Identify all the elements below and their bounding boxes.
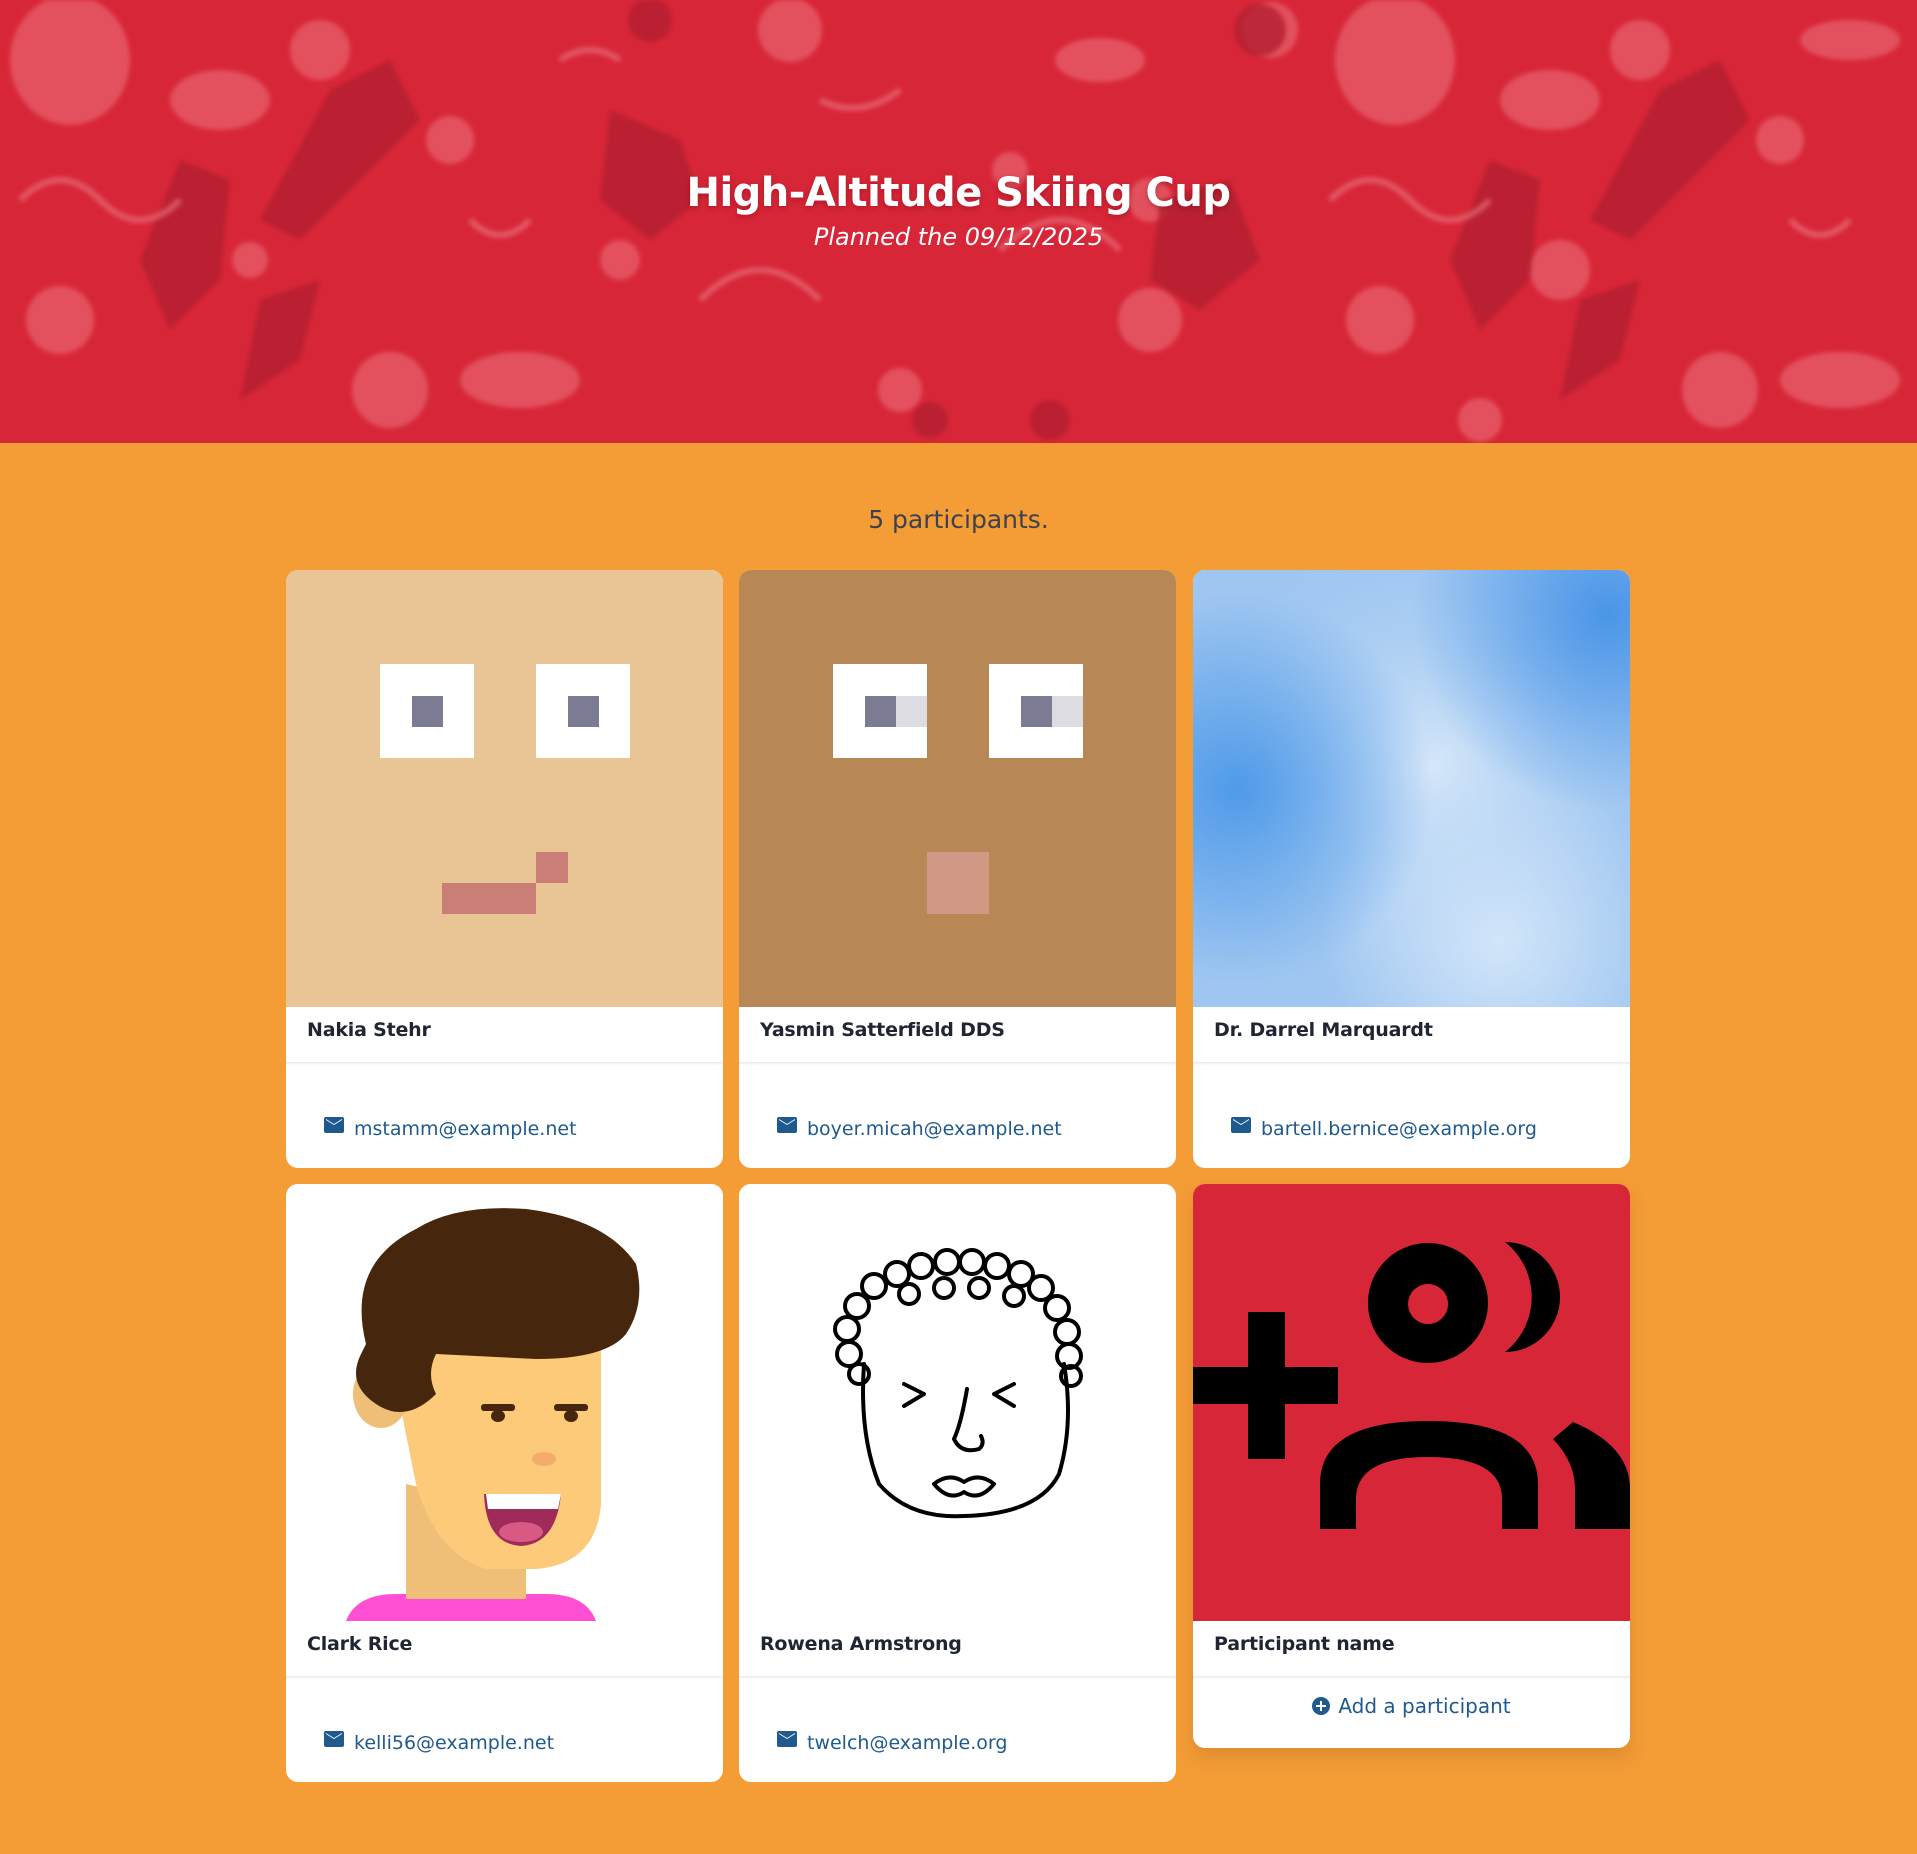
add-participant-card: Participant name Add a participant (1193, 1184, 1630, 1748)
card-divider (739, 1062, 1176, 1065)
participant-email-row: twelch@example.org (777, 1728, 1007, 1758)
envelope-icon (1231, 1117, 1251, 1133)
participant-email-link[interactable]: bartell.bernice@example.org (1261, 1118, 1537, 1140)
participant-email-link[interactable]: mstamm@example.net (354, 1118, 577, 1140)
card-divider (1193, 1676, 1630, 1679)
event-date: Planned the 09/12/2025 (813, 223, 1104, 251)
participant-email-link[interactable]: kelli56@example.net (354, 1732, 554, 1754)
participant-name: Rowena Armstrong (760, 1633, 962, 1655)
participant-name: Nakia Stehr (307, 1019, 431, 1041)
envelope-icon (777, 1117, 797, 1133)
participant-avatar (286, 570, 723, 1007)
participant-name: Dr. Darrel Marquardt (1214, 1019, 1433, 1041)
envelope-icon (324, 1117, 344, 1133)
participant-name-label: Participant name (1214, 1633, 1395, 1655)
event-title: High-Altitude Skiing Cup (686, 170, 1231, 216)
participant-email-row: bartell.bernice@example.org (1231, 1114, 1537, 1144)
participant-card: Yasmin Satterfield DDS boyer.micah@examp… (739, 570, 1176, 1168)
participant-name: Yasmin Satterfield DDS (760, 1019, 1005, 1041)
sports-pattern-background (0, 0, 1917, 443)
add-participant-label: Add a participant (1338, 1694, 1511, 1718)
card-divider (286, 1676, 723, 1679)
event-hero: High-Altitude Skiing Cup Planned the 09/… (0, 0, 1917, 443)
participant-card: Rowena Armstrong twelch@example.org (739, 1184, 1176, 1782)
participant-card: Nakia Stehr mstamm@example.net (286, 570, 723, 1168)
envelope-icon (324, 1731, 344, 1747)
card-divider (739, 1676, 1176, 1679)
plus-circle-icon (1312, 1697, 1331, 1715)
add-participant-button[interactable]: Add a participant (1193, 1688, 1630, 1724)
participant-name: Clark Rice (307, 1633, 413, 1655)
participant-avatar (739, 1184, 1176, 1621)
participant-email-row: kelli56@example.net (324, 1728, 554, 1758)
participant-card: Clark Rice kelli56@example.net (286, 1184, 723, 1782)
participant-avatar (1193, 570, 1630, 1007)
envelope-icon (777, 1731, 797, 1747)
participant-avatar (286, 1184, 723, 1621)
add-user-icon (1193, 1184, 1630, 1621)
participant-avatar (739, 570, 1176, 1007)
card-divider (286, 1062, 723, 1065)
participant-email-link[interactable]: twelch@example.org (807, 1732, 1007, 1754)
card-divider (1193, 1062, 1630, 1065)
participant-card: Dr. Darrel Marquardt bartell.bernice@exa… (1193, 570, 1630, 1168)
participant-email-row: mstamm@example.net (324, 1114, 577, 1144)
participants-count: 5 participants. (868, 505, 1049, 534)
participant-email-link[interactable]: boyer.micah@example.net (807, 1118, 1062, 1140)
participant-email-row: boyer.micah@example.net (777, 1114, 1062, 1144)
